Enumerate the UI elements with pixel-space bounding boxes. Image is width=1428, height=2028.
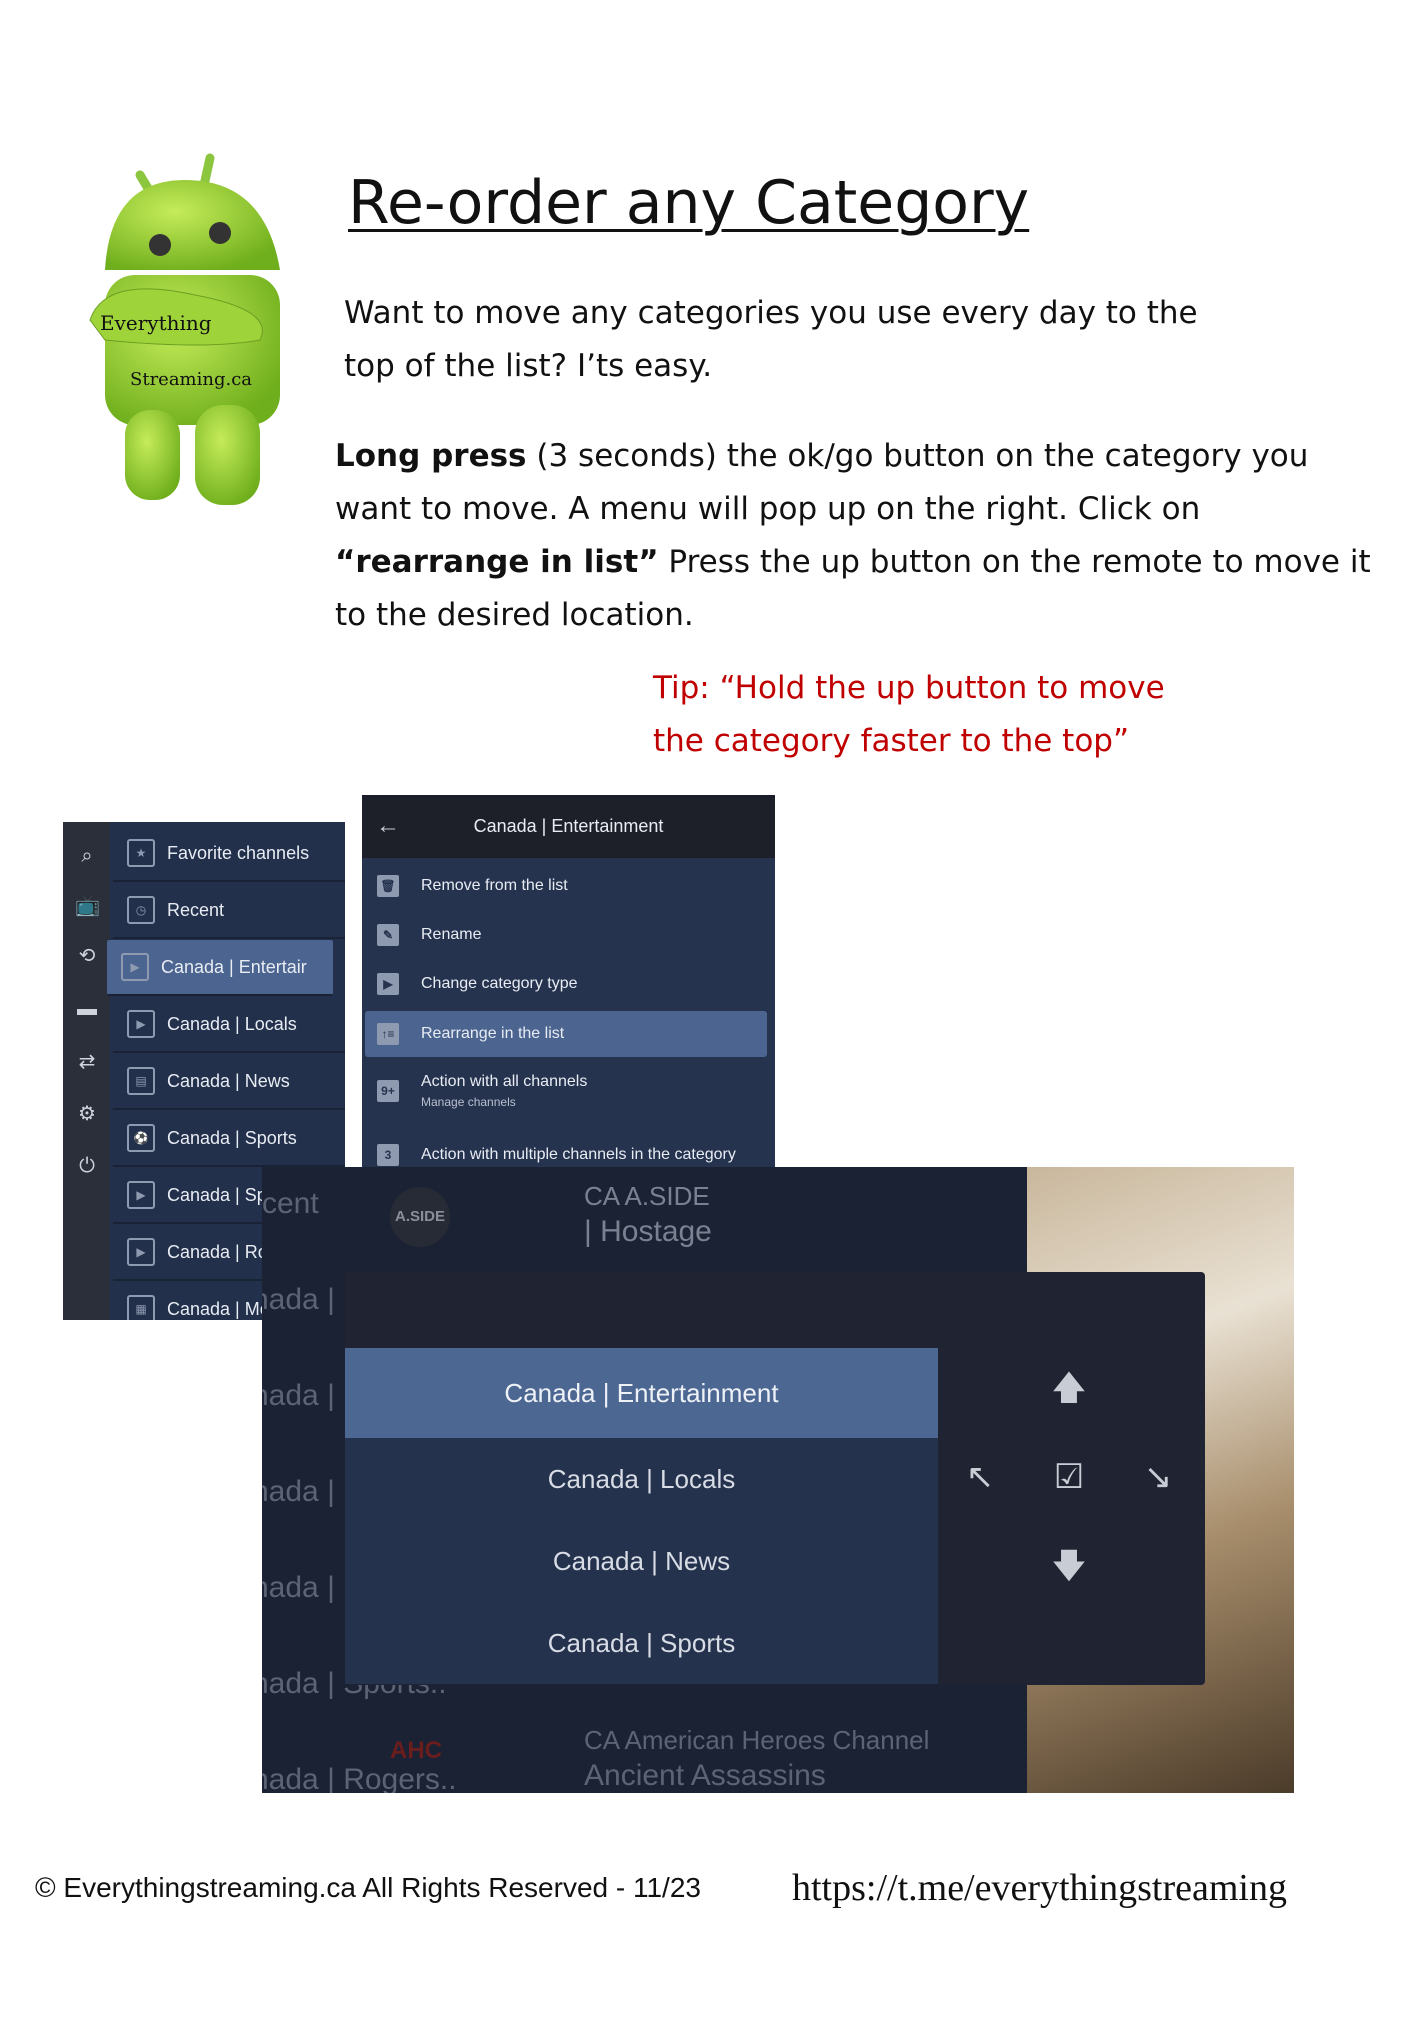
channel-name: CA American Heroes Channel [584,1725,930,1755]
menu-item-label: Change category type [421,975,578,992]
category-label: Canada | Mc [167,1298,269,1319]
menu-item-text: Action with all channels Manage channels [421,1073,587,1109]
menu-item-icon: ↑≡ [377,1023,399,1045]
menu-item-label: Rename [421,926,482,943]
menu-item-icon: ✎ [377,924,399,946]
menu-item-text: Remove from the list [421,877,568,895]
tv-icon[interactable]: 📺 [75,894,100,918]
category-icon: ▦ [127,1295,155,1320]
menu-title: Canada | Entertainment [473,816,664,836]
search-icon[interactable]: ⌕ [75,844,99,868]
rearrange-dialog: Canada | Entertainment Canada | Locals Can… [345,1272,1205,1685]
menu-item[interactable]: 9+ Action with all channels Manage channel… [365,1060,767,1122]
menu-item-text: Change category type [421,975,578,993]
icon-rail: ⌕ 📺 ⟲ ▬ ⇄ ⚙ ⏻ [63,822,110,1320]
category-icon: ▶ [127,1181,155,1209]
category-item[interactable]: ⚽ Canada | Sports [113,1111,345,1167]
swap-icon[interactable]: ⇄ [75,1050,99,1074]
rearrange-screenshot: centnada |nada |nada |nada |nada | Sport… [262,1167,1294,1793]
rearrange-bold: “rearrange in list” [335,544,659,580]
footer-copyright: © Everythingstreaming.ca All Rights Rese… [35,1872,701,1903]
menu-item-label: Remove from the list [421,877,568,894]
history-icon[interactable]: ⟲ [75,944,99,968]
category-label: Recent [167,899,225,920]
channel-logo-aside: A.SIDE [390,1187,450,1247]
confirm-checkbox-icon[interactable]: ☑ [1049,1457,1089,1497]
menu-item-icon: 9+ [377,1080,399,1102]
category-icon: ▤ [127,1067,155,1095]
category-item[interactable]: ▶ Canada | Entertair [107,940,333,996]
background-category-label: nada | [262,1379,335,1412]
rearrange-list-item[interactable]: Canada | Locals [345,1438,938,1520]
footer-url-link[interactable]: https://t.me/everythingstreaming [792,1866,1287,1910]
menu-item-icon: ▶ [377,973,399,995]
category-icon: ★ [127,839,155,867]
menu-item[interactable]: 🗑 Remove from the list [365,866,767,906]
rearrange-list-item[interactable]: Canada | Sports [345,1602,938,1684]
menu-item-icon: 🗑 [377,875,399,897]
category-icon: ▶ [127,1010,155,1038]
category-item[interactable]: ▤ Canada | News [113,1054,345,1110]
category-label: Canada | News [167,1070,290,1091]
menu-item-label: Action with multiple channels in the cat… [421,1146,736,1163]
category-item[interactable]: ▶ Canada | Locals [113,997,345,1053]
menu-item-sublabel: Manage channels [421,1095,516,1109]
move-up-icon[interactable]: 🡅 [1049,1368,1089,1408]
menu-item[interactable]: ✎ Rename [365,915,767,955]
category-context-menu-screenshot: ← Canada | Entertainment 🗑 Remove from th… [362,795,775,1170]
menu-item[interactable]: ▶ Change category type [365,964,767,1004]
tip-line2: the category faster to the top” [653,723,1130,759]
category-label: Canada | Sp [167,1184,267,1205]
category-label: Canada | Entertair [161,956,307,977]
long-press-bold: Long press [335,438,527,474]
gear-icon[interactable]: ⚙ [75,1102,99,1126]
background-category-label: nada | [262,1475,335,1508]
move-to-top-icon[interactable]: ↖ [960,1457,1000,1497]
menu-item-icon: 3 [377,1144,399,1166]
category-item[interactable]: ★ Favorite channels [113,826,345,882]
background-category-label: nada | [262,1283,335,1316]
instructions-text: Long press (3 seconds) the ok/go button … [335,430,1385,642]
category-icon: ⚽ [127,1124,155,1152]
category-item[interactable]: ◷ Recent [113,883,345,939]
intro-text: Want to move any categories you use ever… [344,295,1198,384]
channel-program: | Hostage [584,1215,712,1248]
page-title: Re-order any Category [348,168,1030,238]
menu-item[interactable]: ↑≡ Rearrange in the list [365,1011,767,1057]
move-to-bottom-icon[interactable]: ↘ [1138,1457,1178,1497]
everything-streaming-logo: Everything Streaming.ca [85,150,295,515]
channel-logo-ahc: AHC [390,1737,442,1764]
move-down-icon[interactable]: 🡇 [1049,1546,1089,1586]
power-icon[interactable]: ⏻ [75,1154,99,1178]
rearrange-list-item[interactable]: Canada | News [345,1520,938,1602]
menu-header: ← Canada | Entertainment [362,798,775,858]
rearrange-list-item[interactable]: Canada | Entertainment [345,1348,938,1438]
tip-line1: Tip: “Hold the up button to move [653,670,1165,706]
category-label: Canada | Locals [167,1013,297,1034]
menu-item-label: Rearrange in the list [421,1025,565,1042]
background-category-label: nada | Rogers.. [262,1763,457,1793]
menu-item[interactable]: 3 Action with multiple channels in the ca… [365,1135,767,1170]
tip-text: Tip: “Hold the up button to move the cate… [653,662,1165,768]
menu-item-text: Action with multiple channels in the cat… [421,1146,736,1164]
background-category-label: cent [262,1187,319,1220]
category-icon: ◷ [127,896,155,924]
logo-text-line1: Everything [100,311,212,335]
movie-icon[interactable]: ▬ [75,997,99,1021]
channel-program: Ancient Assassins [584,1759,826,1792]
background-category-label: nada | [262,1571,335,1604]
logo-text-line2: Streaming.ca [130,369,252,390]
category-label: Canada | Ro [167,1241,268,1262]
channel-name: CA A.SIDE [584,1181,710,1211]
menu-item-text: Rename [421,926,481,944]
category-icon: ▶ [121,953,149,981]
category-label: Favorite channels [167,842,310,863]
category-icon: ▶ [127,1238,155,1266]
category-label: Canada | Sports [167,1127,297,1148]
menu-item-text: Rearrange in the list [421,1025,564,1043]
menu-item-label: Action with all channels [421,1073,588,1090]
